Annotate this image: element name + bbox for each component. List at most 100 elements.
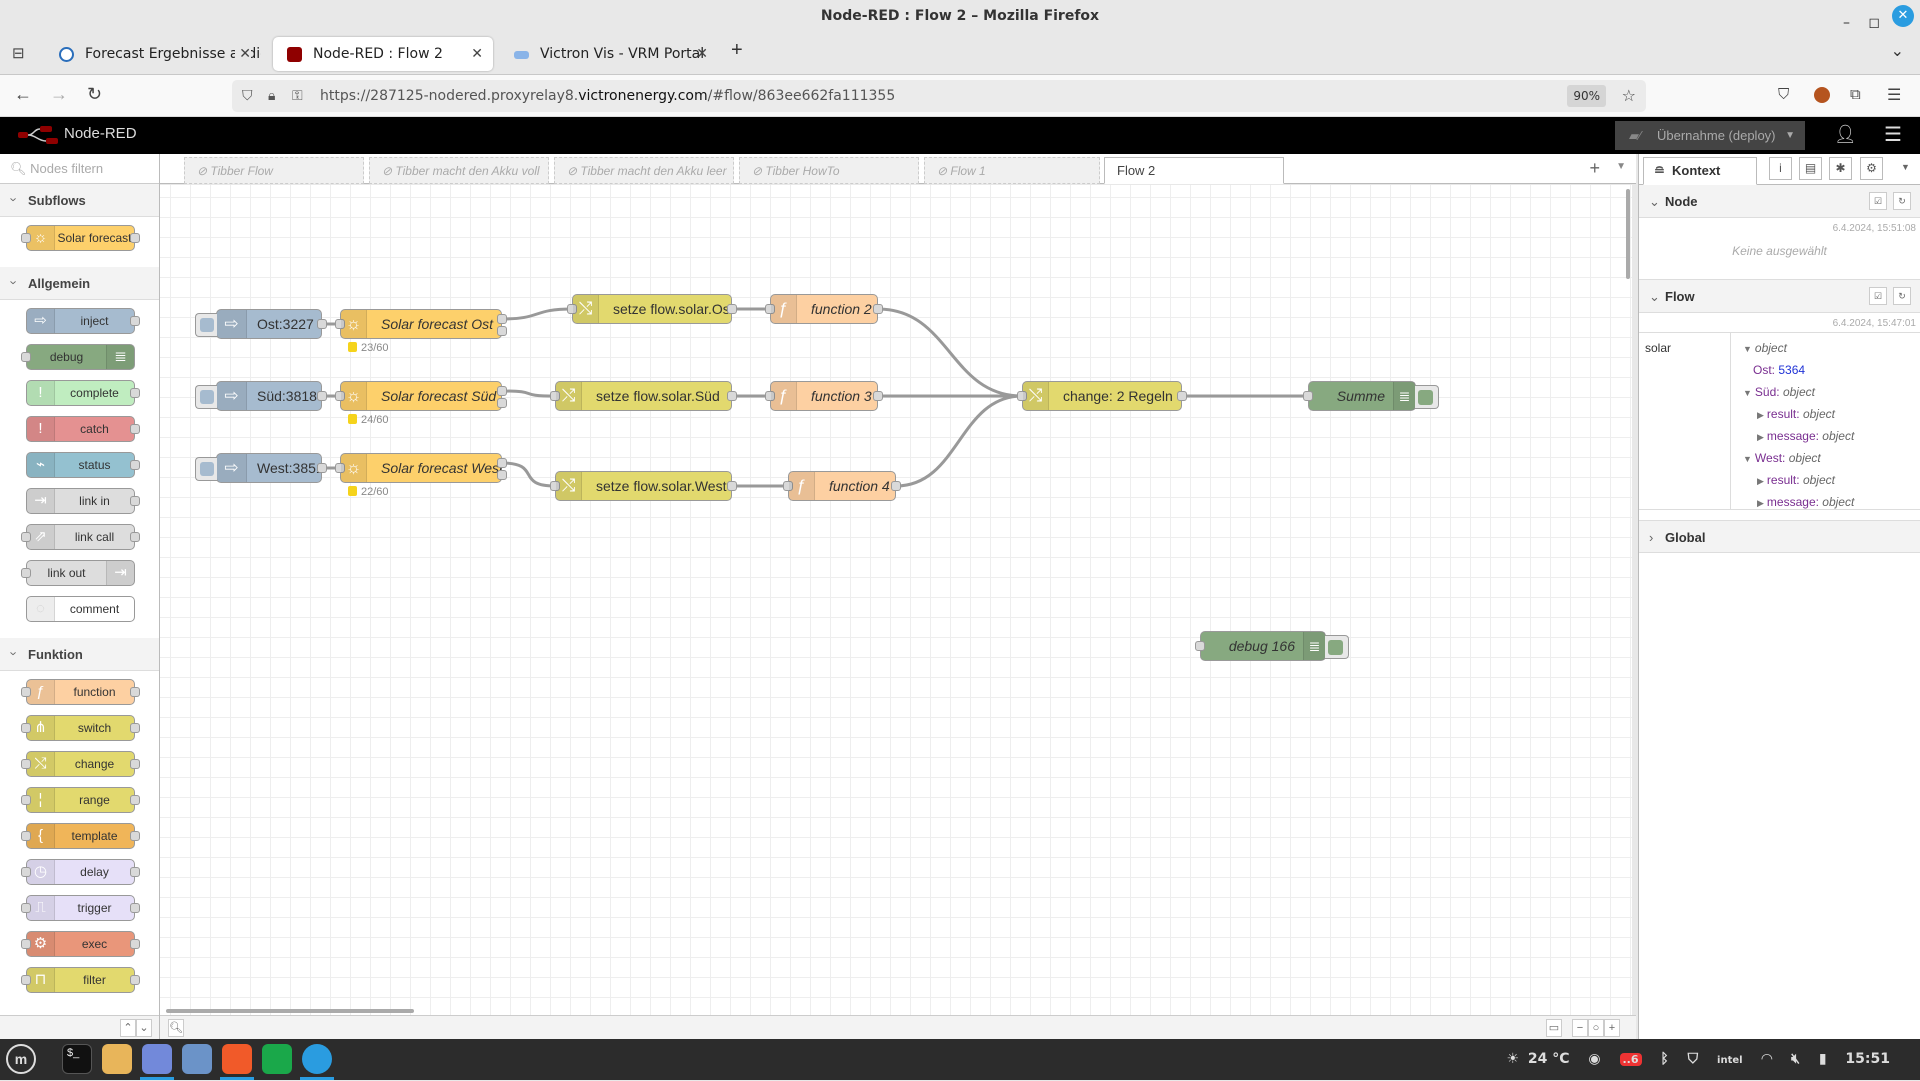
wire-fn2[interactable] xyxy=(877,307,1023,398)
spreadsheet-icon[interactable] xyxy=(262,1044,292,1074)
reload-icon[interactable]: ↻ xyxy=(87,84,102,105)
function-node-3[interactable]: ƒ function 3 xyxy=(765,381,883,411)
intel-icon[interactable]: intel xyxy=(1717,1055,1743,1066)
new-tab-button[interactable]: + xyxy=(731,39,743,62)
workspace-tab-tibber-howto[interactable]: ⊘ Tibber HowTo xyxy=(739,157,919,184)
output-port[interactable] xyxy=(727,304,737,314)
pocket-icon[interactable]: ⛉ xyxy=(1778,86,1789,103)
palette-node-switch[interactable]: ⋔ switch xyxy=(21,715,140,741)
browser-tab-forecast[interactable]: Forecast Ergebnisse addieren ✕ xyxy=(45,37,261,71)
tree-root[interactable]: ▼ object xyxy=(1743,341,1787,355)
palette-node-exec[interactable]: ⚙ exec xyxy=(21,931,140,957)
output-port-2[interactable] xyxy=(497,326,507,336)
refresh-icon[interactable]: ↻ xyxy=(1893,287,1911,305)
forward-icon[interactable]: → xyxy=(50,84,68,105)
palette-node-inject[interactable]: ⇨ inject xyxy=(26,308,140,334)
extensions-icon[interactable]: ⧉ xyxy=(1850,86,1861,103)
chromium-icon[interactable] xyxy=(182,1044,212,1074)
navigator-map-icon[interactable]: ▭ xyxy=(1546,1019,1562,1037)
firefox-icon[interactable] xyxy=(220,1044,254,1080)
context-flow-section-header[interactable]: ⌄ Flow ☑ ↻ xyxy=(1639,280,1920,313)
weather-temp[interactable]: 24 °C xyxy=(1528,1051,1570,1067)
palette-node-link-call[interactable]: ⇗ link call xyxy=(21,524,140,550)
debug-toggle-button[interactable] xyxy=(1415,385,1439,409)
context-node-section-header[interactable]: ⌄ Node ☑ ↻ xyxy=(1639,185,1920,218)
inject-node-sued[interactable]: ⇨ Süd:3818 xyxy=(195,381,327,411)
url-text[interactable]: https://287125-nodered.proxyrelay8.victr… xyxy=(320,80,895,112)
files-icon[interactable] xyxy=(102,1044,132,1074)
add-flow-button[interactable]: + xyxy=(1589,158,1600,179)
output-port-1[interactable] xyxy=(497,386,507,396)
workspace-tab-flow-2[interactable]: Flow 2 xyxy=(1104,157,1284,184)
inject-button[interactable] xyxy=(195,313,217,337)
shield-tray-icon[interactable]: ⛉ xyxy=(1688,1051,1699,1067)
discord-icon[interactable] xyxy=(140,1044,174,1080)
shield-icon[interactable]: ⛉ xyxy=(242,80,253,112)
debug-bug-icon[interactable]: ✱ xyxy=(1829,157,1852,180)
mint-menu-icon[interactable]: m xyxy=(6,1044,36,1074)
output-port[interactable] xyxy=(727,391,737,401)
context-global-section-header[interactable]: › Global xyxy=(1639,520,1920,553)
collapse-all-icon[interactable]: ⌃ xyxy=(120,1019,136,1037)
back-icon[interactable]: ← xyxy=(14,84,32,105)
palette-node-filter[interactable]: ⊓ filter xyxy=(21,967,140,993)
palette-node-delay[interactable]: ◷ delay xyxy=(21,859,140,885)
output-port[interactable] xyxy=(873,304,883,314)
output-port-1[interactable] xyxy=(497,458,507,468)
palette-node-trigger[interactable]: ⎍ trigger xyxy=(21,895,140,921)
flow-list-menu-icon[interactable]: ▼ xyxy=(1616,161,1626,172)
change-node-sued[interactable]: ⤭ setze flow.solar.Süd xyxy=(550,381,737,411)
zoom-out-button[interactable]: − xyxy=(1572,1019,1588,1037)
info-icon[interactable]: i xyxy=(1769,157,1792,180)
input-port[interactable] xyxy=(1303,391,1313,401)
volume-muted-icon[interactable]: 🔇︎ xyxy=(1791,1051,1800,1067)
palette-node-comment[interactable]: ◌ comment xyxy=(26,596,135,622)
weather-icon[interactable]: ☀ xyxy=(1506,1051,1519,1067)
output-port[interactable] xyxy=(317,391,327,401)
flow-canvas[interactable]: ⇨ Ost:3227 ☼ Solar forecast Ost 23/60 ⤭ … xyxy=(160,185,1632,1015)
palette-category-subflows[interactable]: Subflows xyxy=(0,184,159,217)
terminal-icon[interactable]: $_ xyxy=(62,1044,92,1074)
debug-node-summe[interactable]: Summe ≣ xyxy=(1303,381,1439,411)
solar-forecast-node-ost[interactable]: ☼ Solar forecast Ost xyxy=(335,309,507,339)
auto-refresh-checkbox[interactable]: ☑ xyxy=(1869,192,1887,210)
telegram-icon[interactable] xyxy=(300,1044,334,1080)
palette-node-template[interactable]: {template xyxy=(21,823,140,849)
palette-node-function[interactable]: ƒ function xyxy=(21,679,140,705)
output-port-2[interactable] xyxy=(497,470,507,480)
tree-item-west[interactable]: ▼ West: object xyxy=(1743,451,1821,465)
palette-node-link-out[interactable]: ⇥ link out xyxy=(21,560,135,586)
tree-item-west-result[interactable]: ▶ result: object xyxy=(1757,473,1835,487)
bookmark-star-icon[interactable]: ☆ xyxy=(1622,80,1636,112)
function-node-2[interactable]: ƒ function 2 xyxy=(765,294,883,324)
deploy-dropdown-icon[interactable]: ▼ xyxy=(1785,121,1795,150)
inject-button[interactable] xyxy=(195,457,217,481)
inject-button[interactable] xyxy=(195,385,217,409)
palette-node-range[interactable]: ¦ range xyxy=(21,787,140,813)
clock[interactable]: 15:51 xyxy=(1845,1051,1890,1067)
workspace-tab-tibber-macht-den-akku-voll[interactable]: ⊘ Tibber macht den Akku voll xyxy=(369,157,549,184)
palette-node-link-in[interactable]: ⇥ link in xyxy=(26,488,140,514)
change-node-west[interactable]: ⤭ setze flow.solar.West xyxy=(550,471,737,501)
auto-refresh-checkbox[interactable]: ☑ xyxy=(1869,287,1887,305)
palette-category-funktion[interactable]: Funktion xyxy=(0,638,159,671)
search-flows-icon[interactable]: 🔍︎ xyxy=(168,1019,184,1037)
palette-node-debug[interactable]: ≣ debug xyxy=(21,344,135,370)
tab-overview-icon[interactable]: ⊟ xyxy=(12,44,25,62)
bluetooth-icon[interactable]: ᛒ xyxy=(1660,1051,1668,1067)
debug-node-166[interactable]: debug 166 ≣ xyxy=(1195,631,1349,661)
profile-avatar[interactable] xyxy=(1814,87,1830,103)
lock-icon[interactable]: 🔒︎ xyxy=(268,80,275,112)
inject-node-ost[interactable]: ⇨ Ost:3227 xyxy=(195,309,327,339)
zoom-level[interactable]: 90% xyxy=(1567,85,1606,107)
key-icon[interactable]: ⚿ xyxy=(292,80,303,112)
solar-forecast-node-west[interactable]: ☼ Solar forecast West xyxy=(335,453,507,483)
palette-category-allgemein[interactable]: Allgemein xyxy=(0,267,159,300)
browser-tab-nodered[interactable]: Node-RED : Flow 2 ✕ xyxy=(273,37,493,71)
help-book-icon[interactable]: ▤ xyxy=(1799,157,1822,180)
tab-list-button[interactable]: ⌄ xyxy=(1891,41,1904,61)
workspace-tab-tibber-flow[interactable]: ⊘ Tibber Flow xyxy=(184,157,364,184)
zoom-reset-button[interactable]: ○ xyxy=(1588,1019,1604,1037)
palette-node-solar-forecast[interactable]: ☼ Solar forecast xyxy=(21,225,140,251)
solar-forecast-node-sued[interactable]: ☼ Solar forecast Süd xyxy=(335,381,507,411)
